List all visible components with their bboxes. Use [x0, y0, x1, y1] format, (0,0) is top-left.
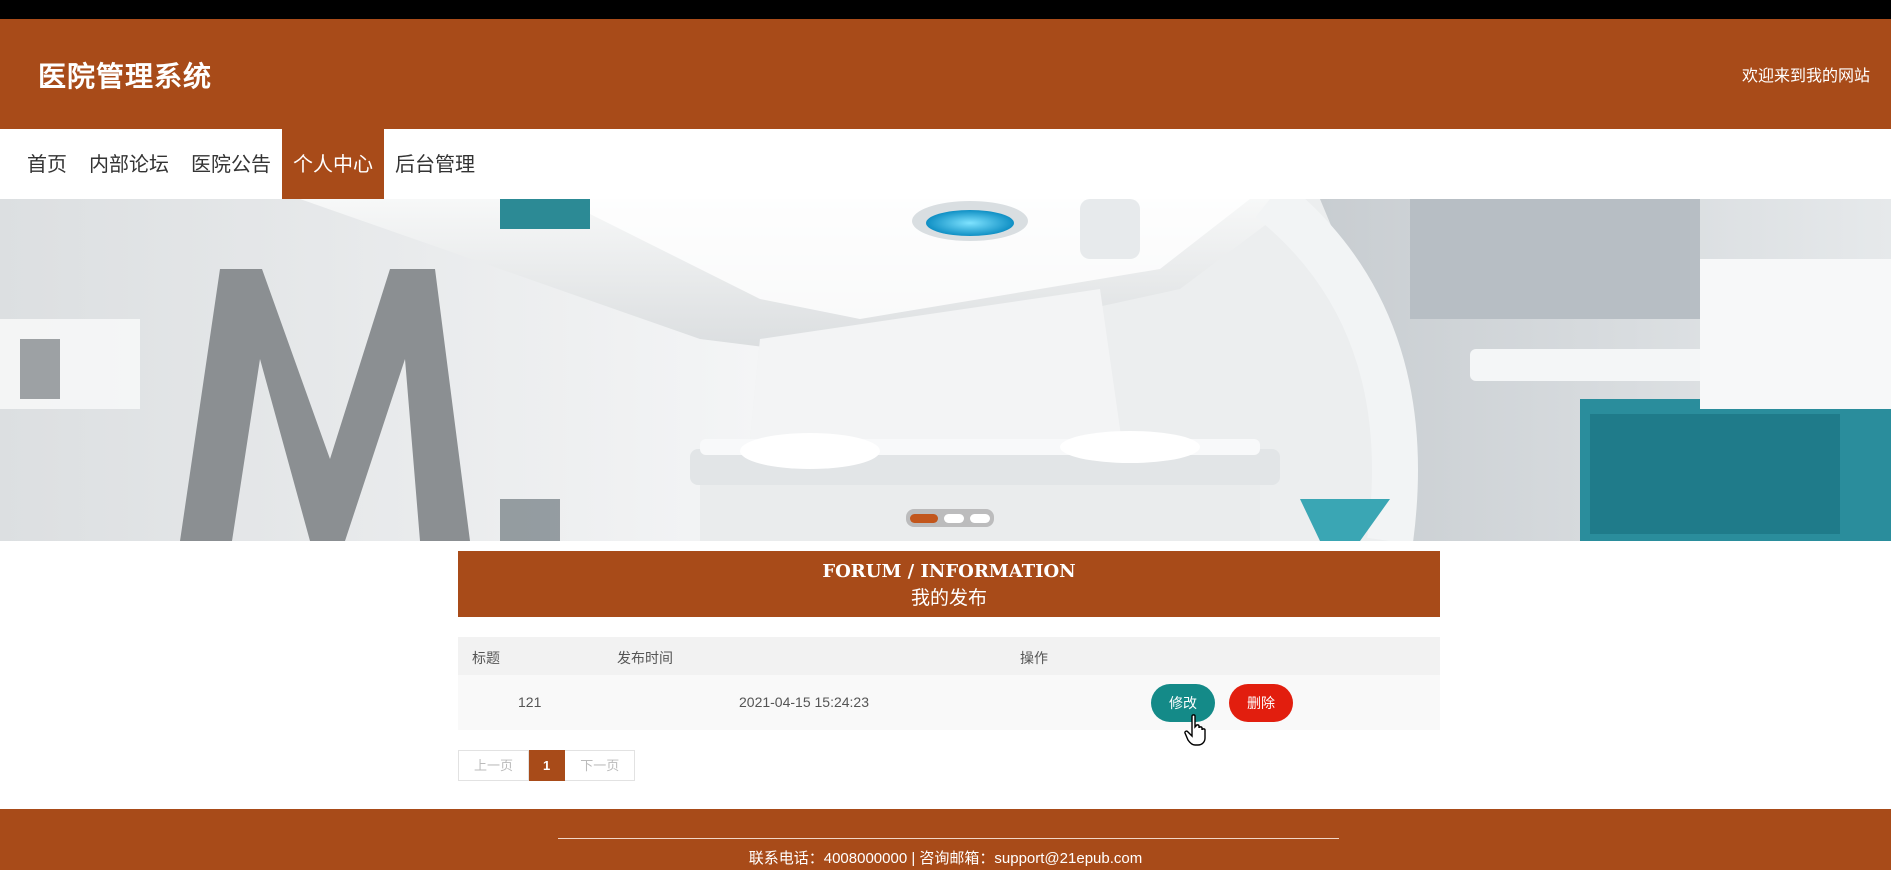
column-header-time: 发布时间: [617, 650, 673, 666]
site-footer: 联系电话：4008000000 | 咨询邮箱：support@21epub.co…: [0, 809, 1891, 870]
my-posts-table: 标题 发布时间 操作 121 2021-04-15 15:24:23 修改 删除: [458, 637, 1440, 730]
footer-divider: [558, 838, 1339, 839]
next-page-button[interactable]: 下一页: [565, 750, 636, 781]
carousel-dot-2[interactable]: [944, 513, 964, 523]
nav-item-admin[interactable]: 后台管理: [384, 129, 486, 199]
window-top-bar: [0, 0, 1891, 19]
welcome-text: 欢迎来到我的网站: [1741, 66, 1870, 85]
cell-time: 2021-04-15 15:24:23: [739, 694, 869, 710]
delete-button[interactable]: 删除: [1229, 684, 1293, 722]
hero-banner[interactable]: [0, 199, 1891, 541]
site-header: 医院管理系统 欢迎来到我的网站: [0, 19, 1891, 129]
hand-pointer-icon: [1184, 714, 1206, 746]
column-header-title: 标题: [472, 650, 500, 666]
cell-title[interactable]: 121: [518, 694, 541, 710]
carousel-indicator: [906, 509, 994, 527]
section-title-bar: FORUM / INFORMATION 我的发布: [458, 551, 1440, 617]
carousel-dot-3[interactable]: [970, 513, 990, 523]
table-row: 121 2021-04-15 15:24:23 修改 删除: [458, 675, 1440, 730]
prev-page-button[interactable]: 上一页: [458, 750, 530, 781]
nav-item-home[interactable]: 首页: [16, 129, 78, 199]
section-title-en: FORUM / INFORMATION: [822, 561, 1076, 582]
pagination: 上一页 1 下一页: [458, 750, 636, 781]
footer-contact: 联系电话：4008000000 | 咨询邮箱：support@21epub.co…: [748, 850, 1143, 867]
column-header-actions: 操作: [1020, 650, 1048, 666]
section-title-cn: 我的发布: [910, 587, 987, 609]
site-title[interactable]: 医院管理系统: [38, 55, 212, 95]
carousel-dot-1[interactable]: [910, 513, 938, 523]
table-header: 标题 发布时间 操作: [458, 637, 1440, 675]
nav-item-announcements[interactable]: 医院公告: [180, 129, 282, 199]
nav-item-forum[interactable]: 内部论坛: [78, 129, 180, 199]
main-nav: 首页 内部论坛 医院公告 个人中心 后台管理: [0, 129, 1891, 199]
operating-room-image: [0, 199, 1891, 541]
nav-item-personal-center[interactable]: 个人中心: [282, 129, 384, 199]
current-page-button[interactable]: 1: [529, 750, 566, 781]
